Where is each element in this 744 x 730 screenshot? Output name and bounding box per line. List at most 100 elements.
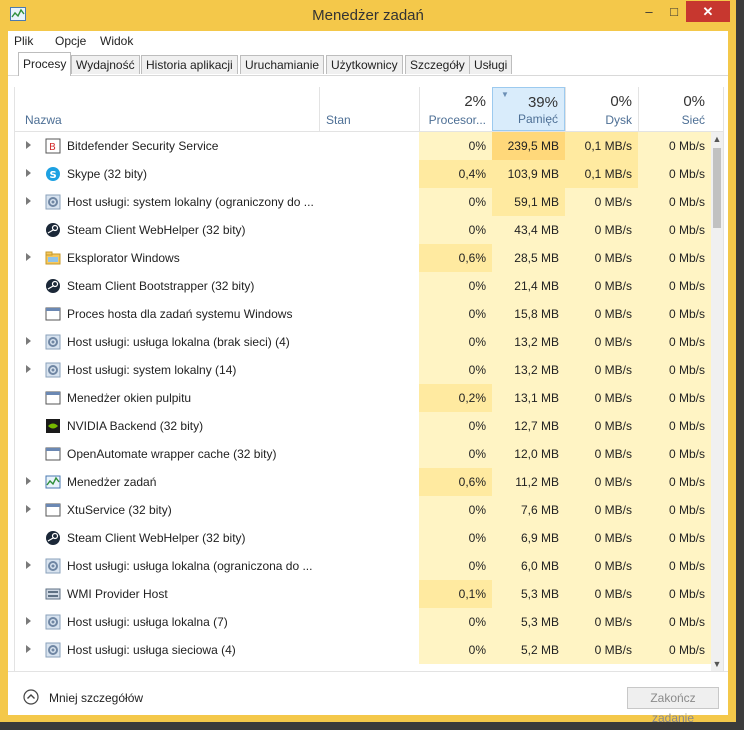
table-row[interactable]: OpenAutomate wrapper cache (32 bity) 0% 12…	[15, 440, 723, 468]
process-name: Host usługi: system lokalny (14)	[67, 363, 237, 377]
memory-cell: 21,4 MB	[492, 272, 565, 300]
steam-icon	[46, 279, 60, 293]
tab-uruchamianie[interactable]: Uruchamianie	[240, 55, 325, 74]
name-cell: Steam Client WebHelper (32 bity)	[15, 216, 319, 244]
expand-arrow-icon[interactable]	[26, 337, 31, 345]
scroll-down-icon[interactable]: ▼	[711, 657, 723, 671]
status-cell	[319, 496, 419, 524]
vertical-scrollbar[interactable]: ▲ ▼	[711, 132, 723, 671]
close-button[interactable]: ✕	[686, 1, 730, 22]
status-cell	[319, 384, 419, 412]
table-row[interactable]: S Skype (32 bity) 0,4% 103,9 MB 0,1 MB/s 0 Mb…	[15, 160, 723, 188]
table-row[interactable]: Host usługi: usługa lokalna (ograniczona…	[15, 552, 723, 580]
table-row[interactable]: Menedżer okien pulpitu 0,2% 13,1 MB 0 MB/s 0…	[15, 384, 723, 412]
status-cell	[319, 188, 419, 216]
network-cell: 0 Mb/s	[638, 160, 711, 188]
table-row[interactable]: Host usługi: usługa lokalna (brak sieci)…	[15, 328, 723, 356]
column-header-name[interactable]: Nazwa	[15, 87, 319, 131]
column-header-memory[interactable]: ▼ 39% Pamięć	[492, 87, 565, 131]
tab-procesy[interactable]: Procesy	[18, 52, 72, 76]
expand-arrow-icon[interactable]	[26, 617, 31, 625]
disk-cell: 0,1 MB/s	[565, 160, 638, 188]
name-cell: Steam Client WebHelper (32 bity)	[15, 524, 319, 552]
expand-arrow-icon[interactable]	[26, 169, 31, 177]
menu-widok[interactable]: Widok	[100, 34, 133, 48]
process-name: WMI Provider Host	[67, 587, 168, 601]
table-row[interactable]: XtuService (32 bity) 0% 7,6 MB 0 MB/s 0 Mb/s	[15, 496, 723, 524]
table-row[interactable]: Menedżer zadań 0,6% 11,2 MB 0 MB/s 0 Mb/s	[15, 468, 723, 496]
tab-uzytkownicy[interactable]: Użytkownicy	[326, 55, 403, 74]
table-row[interactable]: Eksplorator Windows 0,6% 28,5 MB 0 MB/s 0 Mb…	[15, 244, 723, 272]
disk-cell: 0 MB/s	[565, 552, 638, 580]
status-cell	[319, 412, 419, 440]
end-task-button[interactable]: Zakończ zadanie	[627, 687, 719, 725]
window-icon	[45, 307, 61, 321]
memory-cell: 28,5 MB	[492, 244, 565, 272]
expand-arrow-icon[interactable]	[26, 645, 31, 653]
name-cell: Host usługi: usługa lokalna (ograniczona…	[15, 552, 319, 580]
status-cell	[319, 580, 419, 608]
cpu-cell: 0%	[419, 356, 492, 384]
process-name: Skype (32 bity)	[67, 167, 148, 181]
process-name: Steam Client WebHelper (32 bity)	[67, 223, 246, 237]
expand-arrow-icon[interactable]	[26, 365, 31, 373]
table-row[interactable]: Host usługi: system lokalny (14) 0% 13,2 M…	[15, 356, 723, 384]
maximize-button[interactable]: □	[662, 1, 686, 22]
memory-cell: 12,7 MB	[492, 412, 565, 440]
expand-arrow-icon[interactable]	[26, 477, 31, 485]
expand-arrow-icon[interactable]	[26, 253, 31, 261]
network-cell: 0 Mb/s	[638, 580, 711, 608]
table-row[interactable]: NVIDIA Backend (32 bity) 0% 12,7 MB 0 MB/s 0…	[15, 412, 723, 440]
table-row[interactable]: WMI Provider Host 0,1% 5,3 MB 0 MB/s 0 Mb/s	[15, 580, 723, 608]
tab-wydajnosc[interactable]: Wydajność	[71, 55, 140, 74]
table-row[interactable]: Steam Client Bootstrapper (32 bity) 0% 21,…	[15, 272, 723, 300]
disk-cell: 0 MB/s	[565, 580, 638, 608]
disk-cell: 0 MB/s	[565, 412, 638, 440]
tab-historia-aplikacji[interactable]: Historia aplikacji	[141, 55, 238, 74]
table-row[interactable]: B Bitdefender Security Service 0% 239,5 MB 0…	[15, 132, 723, 160]
menu-plik[interactable]: Plik	[14, 34, 33, 48]
fewer-details-link[interactable]: Mniej szczegółów	[49, 691, 143, 705]
table-row[interactable]: Host usługi: system lokalny (ograniczony…	[15, 188, 723, 216]
menu-opcje[interactable]: Opcje	[55, 34, 86, 48]
status-cell	[319, 328, 419, 356]
table-row[interactable]: Host usługi: usługa sieciowa (4) 0% 5,2 MB…	[15, 636, 723, 664]
table-row[interactable]: Host usługi: usługa lokalna (7) 0% 5,3 MB 0…	[15, 608, 723, 636]
wmi-icon	[45, 588, 61, 600]
name-cell: Host usługi: usługa lokalna (brak sieci)…	[15, 328, 319, 356]
process-rows: B Bitdefender Security Service 0% 239,5 MB 0…	[15, 132, 723, 664]
expand-arrow-icon[interactable]	[26, 197, 31, 205]
table-row[interactable]: Proces hosta dla zadań systemu Windows 0%…	[15, 300, 723, 328]
status-cell	[319, 468, 419, 496]
status-cell	[319, 300, 419, 328]
table-row[interactable]: Steam Client WebHelper (32 bity) 0% 43,4 M…	[15, 216, 723, 244]
collapse-chevron-icon[interactable]	[23, 689, 39, 705]
status-cell	[319, 524, 419, 552]
client-area: Plik Opcje Widok Procesy Wydajność Histo…	[8, 31, 728, 725]
process-name: Menedżer zadań	[67, 475, 157, 489]
scroll-up-icon[interactable]: ▲	[711, 132, 723, 146]
cpu-cell: 0,6%	[419, 244, 492, 272]
minimize-button[interactable]: –	[636, 1, 662, 22]
tab-szczegoly[interactable]: Szczegóły	[405, 55, 470, 74]
scrollbar-thumb[interactable]	[713, 148, 721, 228]
column-header-cpu[interactable]: 2% Procesor...	[419, 87, 492, 131]
memory-cell: 13,1 MB	[492, 384, 565, 412]
name-cell: Host usługi: usługa lokalna (7)	[15, 608, 319, 636]
process-name: Menedżer okien pulpitu	[67, 391, 192, 405]
process-name: Bitdefender Security Service	[67, 139, 219, 153]
disk-cell: 0 MB/s	[565, 496, 638, 524]
column-header-status[interactable]: Stan	[319, 87, 419, 131]
column-header-disk[interactable]: 0% Dysk	[565, 87, 638, 131]
column-header-network[interactable]: 0% Sieć	[638, 87, 723, 131]
expand-arrow-icon[interactable]	[26, 505, 31, 513]
status-cell	[319, 440, 419, 468]
title-bar[interactable]: Menedżer zadań – □ ✕	[0, 0, 736, 31]
network-cell: 0 Mb/s	[638, 244, 711, 272]
table-row[interactable]: Steam Client WebHelper (32 bity) 0% 6,9 MB…	[15, 524, 723, 552]
expand-arrow-icon[interactable]	[26, 141, 31, 149]
tab-uslugi[interactable]: Usługi	[469, 55, 513, 74]
svg-text:B: B	[49, 142, 56, 153]
expand-arrow-icon[interactable]	[26, 561, 31, 569]
task-manager-window: Menedżer zadań – □ ✕ Plik Opcje Widok Pr…	[0, 0, 736, 725]
